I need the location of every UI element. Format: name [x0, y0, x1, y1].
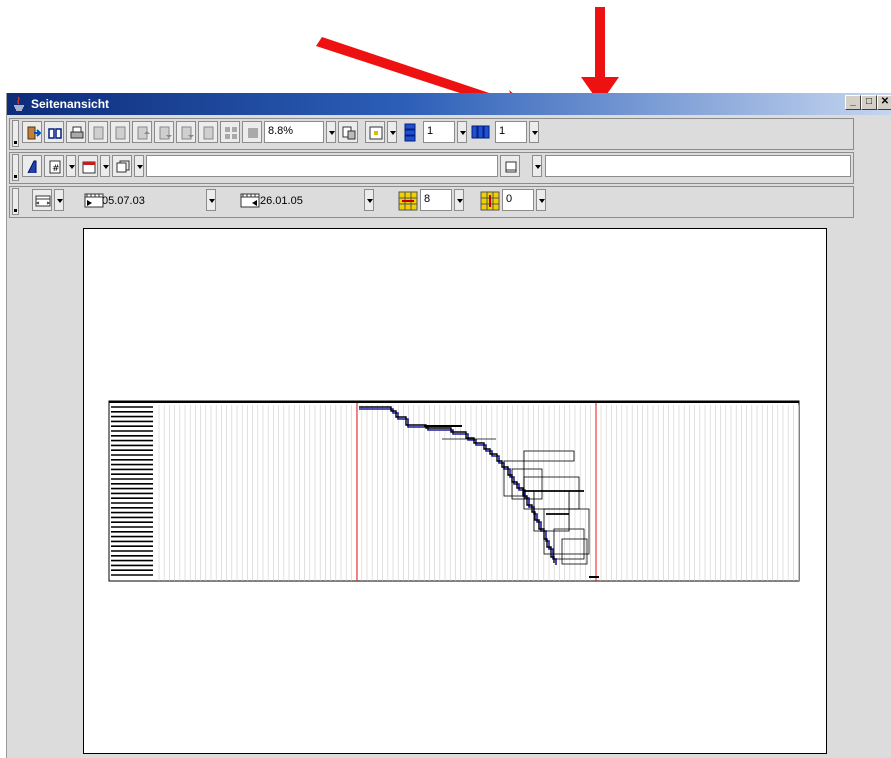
next-page-button[interactable] — [176, 121, 196, 143]
page-setup-button[interactable] — [338, 121, 358, 143]
footer-dropdown[interactable] — [532, 155, 542, 177]
start-date-dropdown[interactable] — [206, 189, 216, 211]
frame-button[interactable] — [112, 155, 132, 177]
end-date-icon — [240, 192, 262, 210]
rows-dropdown[interactable] — [454, 189, 464, 211]
pages-across-icon — [471, 123, 493, 143]
timescale-icon — [35, 195, 51, 207]
frame-icon — [116, 160, 130, 173]
page-icon — [115, 126, 126, 140]
maximize-button[interactable]: □ — [861, 95, 877, 110]
format-toolbar: # — [9, 152, 854, 184]
page-last-icon — [203, 126, 214, 140]
letter-a-icon — [27, 160, 37, 174]
navigation-toolbar: 8.8% 1 1 — [9, 118, 854, 150]
single-page-button[interactable] — [242, 121, 262, 143]
timescale-toolbar: 05.07.03 26.01.05 8 0 — [9, 186, 854, 218]
date-button[interactable] — [78, 155, 98, 177]
pages-across-input[interactable]: 1 — [495, 121, 527, 143]
page-next-icon — [181, 126, 194, 140]
rows-icon — [398, 191, 418, 211]
fit-page-icon — [369, 126, 383, 140]
end-date-value: 26.01.05 — [260, 195, 303, 207]
minimize-button[interactable]: _ — [845, 95, 861, 110]
columns-icon — [480, 191, 500, 211]
fit-page-dropdown[interactable] — [387, 121, 397, 143]
page-up-icon — [137, 126, 150, 140]
footer-text-input[interactable] — [545, 155, 851, 177]
pages-down-input[interactable]: 1 — [423, 121, 455, 143]
calendar-icon — [82, 161, 96, 174]
multi-page-button[interactable] — [220, 121, 240, 143]
footer-button[interactable] — [500, 155, 520, 177]
svg-text:#: # — [52, 164, 60, 174]
pages-down-icon — [402, 123, 420, 143]
book-button[interactable] — [44, 121, 64, 143]
start-date-value: 05.07.03 — [102, 195, 145, 207]
pages-down-dropdown[interactable] — [457, 121, 467, 143]
zoom-input[interactable]: 8.8% — [264, 121, 324, 143]
first-page-button[interactable] — [88, 121, 108, 143]
rows-input[interactable]: 8 — [420, 189, 452, 211]
exit-door-icon — [27, 126, 41, 140]
last-page-button[interactable] — [198, 121, 218, 143]
header-text-input[interactable] — [146, 155, 498, 177]
page-number-dropdown[interactable] — [66, 155, 76, 177]
book-icon — [48, 128, 62, 139]
grid-icon — [225, 127, 237, 139]
footer-icon — [505, 161, 517, 173]
page-down-button[interactable] — [154, 121, 174, 143]
title-bar[interactable]: Seitenansicht _ □ ✕ — [7, 93, 891, 115]
page-setup-icon — [342, 126, 356, 140]
preview-page — [83, 228, 827, 754]
single-page-icon — [248, 128, 258, 138]
fit-page-button[interactable] — [365, 121, 385, 143]
print-button[interactable] — [66, 121, 86, 143]
chart-frame — [108, 400, 800, 582]
page-up-button[interactable] — [132, 121, 152, 143]
toolbar-grip[interactable] — [12, 188, 19, 215]
down-arrow — [581, 7, 619, 104]
page-number-icon: # — [49, 160, 61, 174]
date-dropdown[interactable] — [100, 155, 110, 177]
zoom-dropdown[interactable] — [326, 121, 336, 143]
text-format-button[interactable] — [22, 155, 42, 177]
printer-icon — [70, 126, 84, 139]
previous-page-button[interactable] — [110, 121, 130, 143]
timescale-dropdown[interactable] — [54, 189, 64, 211]
page-number-button[interactable]: # — [44, 155, 64, 177]
columns-input[interactable]: 0 — [502, 189, 534, 211]
preview-window: Seitenansicht _ □ ✕ 8.8% 1 1 # 05.07.03 … — [6, 93, 891, 758]
java-icon — [14, 96, 24, 111]
page-icon — [93, 126, 104, 140]
window-title: Seitenansicht — [31, 97, 110, 111]
gantt-chart-preview — [108, 400, 800, 582]
page-down-icon — [159, 126, 172, 140]
close-button[interactable]: ✕ — [877, 95, 891, 110]
pages-across-dropdown[interactable] — [529, 121, 539, 143]
columns-dropdown[interactable] — [536, 189, 546, 211]
end-date-dropdown[interactable] — [364, 189, 374, 211]
toolbar-grip[interactable] — [12, 154, 19, 181]
exit-button[interactable] — [22, 121, 42, 143]
toolbar-grip[interactable] — [12, 120, 19, 147]
frame-dropdown[interactable] — [134, 155, 144, 177]
timescale-button[interactable] — [32, 189, 52, 211]
